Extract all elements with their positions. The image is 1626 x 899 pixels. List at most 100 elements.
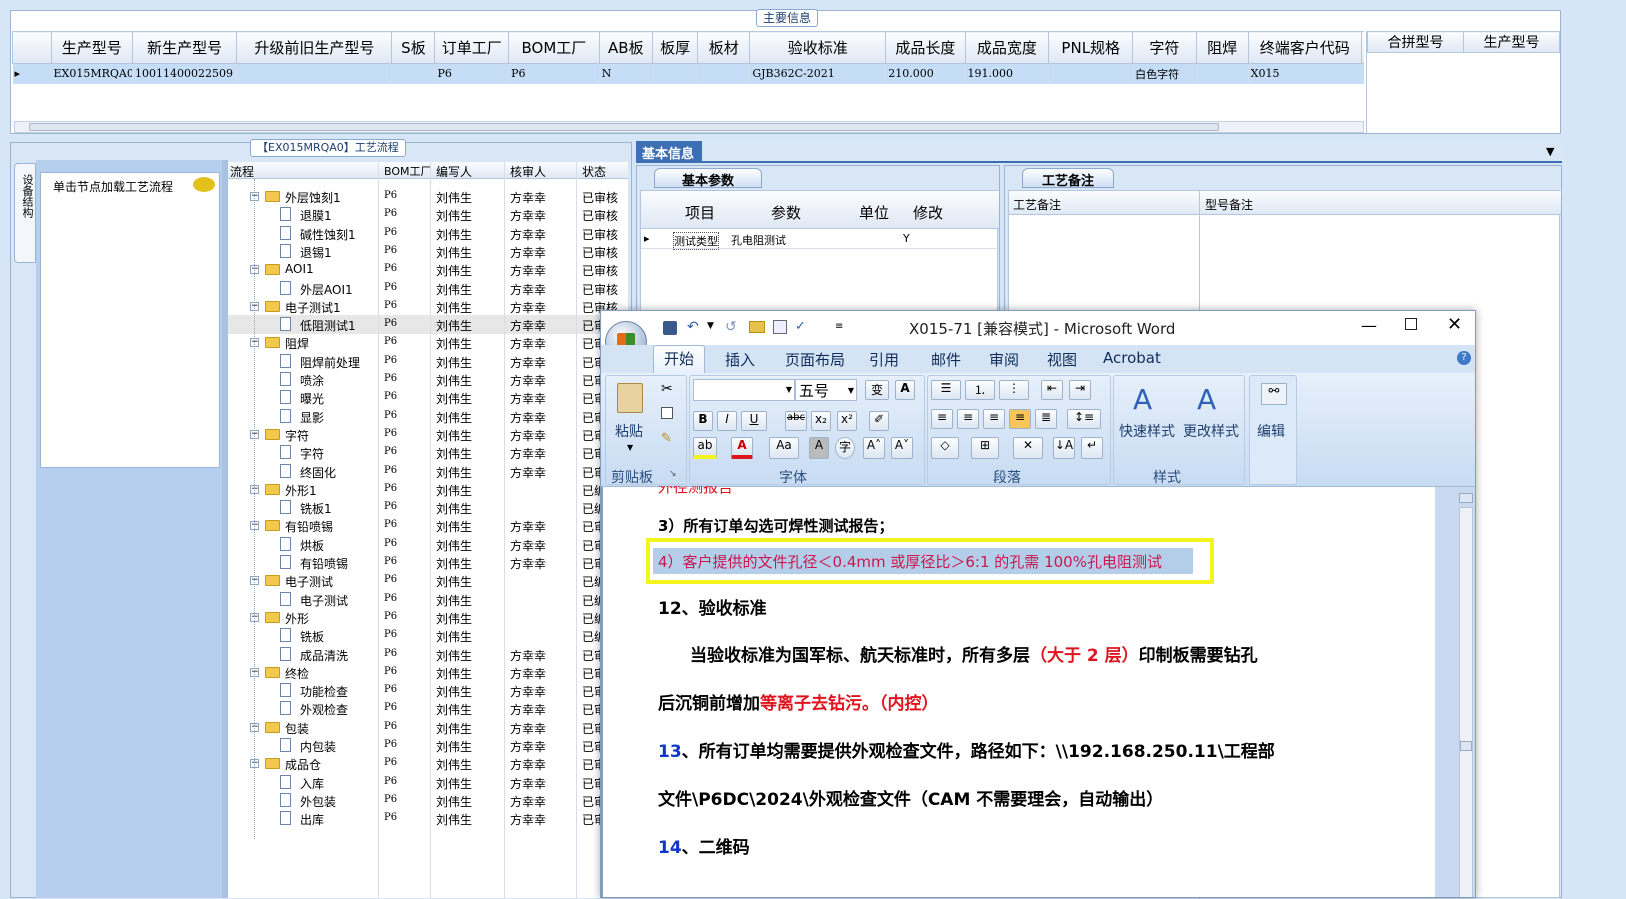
col-header[interactable]: 生产型号 — [50, 31, 134, 64]
tree-row[interactable]: − 电子测试 P6 刘伟生 已编 — [228, 571, 618, 590]
row-indicator[interactable]: ▸ — [12, 63, 52, 84]
tree-row[interactable]: 电子测试 P6 刘伟生 已编 — [228, 590, 618, 609]
table-cell[interactable]: 10011400022509 — [132, 63, 238, 84]
table-cell[interactable] — [697, 63, 751, 84]
chinese-layout-icon[interactable]: ✕ — [1013, 437, 1043, 459]
find-icon[interactable]: ⚯ — [1261, 383, 1287, 405]
ruler-toggle-icon[interactable] — [1459, 493, 1473, 503]
italic-icon[interactable]: I — [717, 411, 737, 431]
tree-row[interactable]: 内包装 P6 刘伟生 方幸幸 已审 — [228, 736, 618, 755]
superscript-icon[interactable]: x² — [837, 411, 857, 431]
grow-font-icon[interactable]: A˄ — [863, 437, 885, 459]
tree-row[interactable]: − 外形1 P6 刘伟生 已编 — [228, 480, 618, 499]
ribbon-tab[interactable]: 插入 — [725, 349, 755, 370]
tree-row[interactable]: 外层AOI1 P6 刘伟生 方幸幸 已审核 — [228, 279, 618, 298]
copy-icon[interactable] — [661, 407, 673, 419]
col-header[interactable]: BOM工厂 — [508, 31, 600, 64]
col-header[interactable]: 板材 — [697, 31, 751, 64]
tree-row[interactable]: − 阻焊 P6 刘伟生 方幸幸 已审 — [228, 333, 618, 352]
col-header[interactable]: 升级前旧生产型号 — [236, 31, 393, 64]
font-size-select[interactable]: 五号 ▼ — [795, 379, 857, 401]
justify-icon[interactable]: ≡ — [1009, 409, 1031, 429]
tree-row[interactable]: − 电子测试1 P6 刘伟生 方幸幸 已审核 — [228, 297, 618, 316]
tree-row[interactable]: − 包装 P6 刘伟生 方幸幸 已审 — [228, 718, 618, 737]
tree-row[interactable]: − 终检 P6 刘伟生 方幸幸 已审 — [228, 663, 618, 682]
clear-format-icon[interactable]: ✐ — [869, 411, 889, 431]
tree-row[interactable]: 烘板 P6 刘伟生 方幸幸 已审 — [228, 535, 618, 554]
table-cell[interactable]: N — [599, 63, 653, 84]
col-model-note[interactable]: 型号备注 — [1205, 196, 1253, 213]
sort-icon[interactable]: ↓A — [1053, 437, 1075, 459]
basic-info-tab[interactable]: 基本信息 — [636, 141, 702, 163]
edit-button[interactable]: 编辑 — [1257, 421, 1285, 441]
font-size-dropdown-icon[interactable]: ▼ — [848, 386, 854, 395]
ribbon-tab[interactable]: 开始 — [653, 345, 706, 373]
table-cell[interactable] — [652, 63, 699, 84]
subscript-icon[interactable]: x₂ — [811, 411, 831, 431]
multilevel-list-icon[interactable]: ⋮ — [999, 380, 1029, 400]
tree-row[interactable]: 退锡1 P6 刘伟生 方幸幸 已审核 — [228, 242, 618, 261]
doc-vscroll-track[interactable] — [1459, 507, 1473, 897]
tree-row[interactable]: 成品清洗 P6 刘伟生 方幸幸 已审 — [228, 645, 618, 664]
table-cell[interactable]: 191.000 — [965, 63, 1050, 84]
format-painter-icon[interactable]: ✎ — [661, 431, 672, 446]
tree-row[interactable]: 铣板 P6 刘伟生 已编 — [228, 626, 618, 645]
col-header[interactable]: 板厚 — [651, 31, 699, 64]
paste-dropdown-icon[interactable]: ▼ — [627, 443, 633, 452]
col-reviewer[interactable]: 核审人 — [510, 163, 546, 180]
main-hscroll-thumb[interactable] — [29, 123, 1219, 131]
doc-vscroll[interactable] — [1435, 487, 1475, 897]
increase-indent-icon[interactable]: ⇥ — [1069, 380, 1091, 400]
tree-row[interactable]: 出库 P6 刘伟生 方幸幸 已审 — [228, 809, 618, 828]
ribbon-tab[interactable]: 引用 — [869, 349, 899, 370]
ribbon-tab[interactable]: 页面布局 — [785, 349, 845, 370]
line-spacing-icon[interactable]: ↕≡ — [1067, 409, 1101, 429]
tree-row[interactable]: 功能检查 P6 刘伟生 方幸幸 已审 — [228, 681, 618, 700]
col-header[interactable]: 终端客户代码 — [1247, 31, 1362, 64]
change-style-icon[interactable]: A — [1197, 383, 1216, 416]
tree-row[interactable]: 外观检查 P6 刘伟生 方幸幸 已审 — [228, 699, 618, 718]
strikethrough-icon[interactable]: abc — [785, 411, 807, 431]
side-tab-device-structure[interactable]: 设备结构 — [14, 163, 36, 263]
tree-row[interactable]: 碱性蚀刻1 P6 刘伟生 方幸幸 已审核 — [228, 224, 618, 243]
cut-icon[interactable]: ✂ — [661, 381, 673, 397]
col-merge-model[interactable]: 合拼型号 — [1367, 31, 1464, 53]
table-cell[interactable]: 白色字符 — [1132, 63, 1197, 84]
numbering-icon[interactable]: ⒈ — [965, 380, 995, 400]
col-header[interactable]: 阻焊 — [1195, 31, 1249, 64]
table-cell[interactable]: GJB362C-2021 — [749, 63, 887, 84]
col-bom-factory[interactable]: BOM工厂 — [384, 163, 432, 179]
table-cell[interactable]: 2025-04-11 11:13:58 — [1361, 63, 1364, 84]
col-header[interactable]: 成品宽度 — [964, 31, 1050, 64]
table-cell[interactable]: X015 — [1248, 63, 1362, 84]
col-header[interactable]: S板 — [391, 31, 436, 64]
table-cell[interactable] — [1196, 63, 1249, 84]
tree-row[interactable]: 喷涂 P6 刘伟生 方幸幸 已审 — [228, 370, 618, 389]
table-cell[interactable]: P6 — [434, 63, 510, 84]
tree-row[interactable]: 退膜1 P6 刘伟生 方幸幸 已审核 — [228, 205, 618, 224]
tree-row[interactable]: 阻焊前处理 P6 刘伟生 方幸幸 已审 — [228, 352, 618, 371]
tree-row[interactable]: − 外形 P6 刘伟生 已编 — [228, 608, 618, 627]
font-name-select[interactable]: ▼ — [693, 379, 795, 401]
table-cell[interactable]: EX015MRQA0 — [51, 63, 134, 84]
quick-style-button[interactable]: 快速样式 — [1119, 421, 1175, 441]
phonetic-guide-icon[interactable]: 变 — [865, 380, 889, 400]
enclose-char-icon[interactable]: 字 — [835, 437, 855, 459]
node-hint-box[interactable]: 单击节点加载工艺流程 — [40, 172, 220, 468]
ribbon-tab[interactable]: 审阅 — [989, 349, 1019, 370]
bold-icon[interactable]: B — [693, 411, 713, 431]
paste-icon[interactable] — [617, 383, 643, 413]
tab-basic-params[interactable]: 基本参数 — [654, 168, 762, 189]
char-shading-icon[interactable]: A — [809, 437, 829, 459]
char-border-icon[interactable]: A — [895, 380, 915, 400]
quick-style-icon[interactable]: A — [1133, 383, 1152, 416]
tree-row[interactable]: 入库 P6 刘伟生 方幸幸 已审 — [228, 773, 618, 792]
col-header[interactable]: AB板 — [598, 31, 653, 64]
bullets-icon[interactable]: ☰ — [931, 380, 961, 400]
main-hscroll[interactable] — [14, 121, 1364, 133]
col-status[interactable]: 状态 — [582, 163, 606, 180]
col-header[interactable]: 新生产型号 — [132, 31, 238, 64]
highlight-icon[interactable]: ab — [693, 437, 717, 459]
change-style-button[interactable]: 更改样式 — [1183, 421, 1239, 441]
table-cell[interactable] — [1048, 63, 1134, 84]
